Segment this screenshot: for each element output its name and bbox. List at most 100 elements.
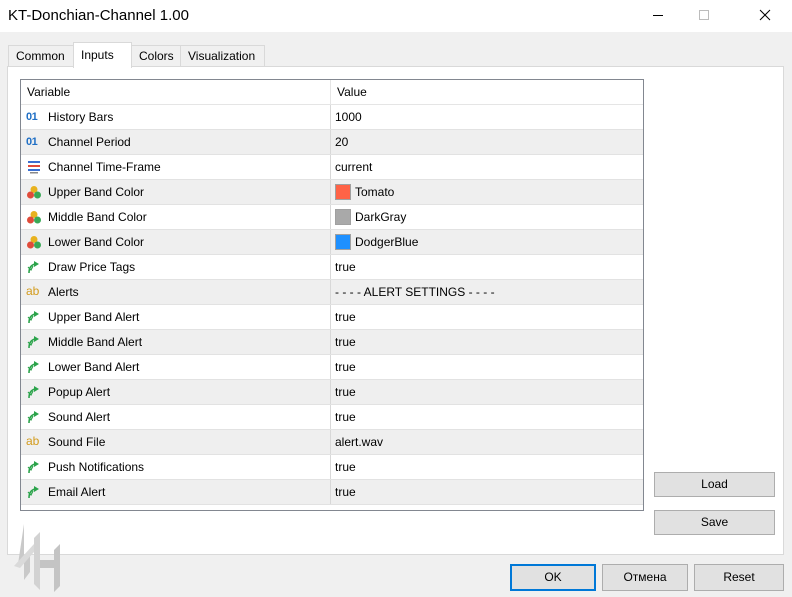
grid-row[interactable]: Lower Band Alert true: [21, 355, 643, 380]
variable-label: Popup Alert: [48, 385, 111, 399]
boolean-icon: [26, 410, 42, 424]
grid-row[interactable]: Sound Alert true: [21, 405, 643, 430]
value-text: true: [335, 360, 356, 374]
variable-label: Lower Band Color: [48, 235, 145, 249]
grid-row[interactable]: Upper Band Color Tomato: [21, 180, 643, 205]
reset-button[interactable]: Reset: [694, 564, 784, 591]
ok-button[interactable]: OK: [510, 564, 596, 591]
variable-cell: 01 History Bars: [21, 105, 331, 129]
variable-label: Email Alert: [48, 485, 106, 499]
minimize-icon: [653, 15, 663, 16]
cancel-button[interactable]: Отмена: [602, 564, 688, 591]
variable-label: Middle Band Color: [48, 210, 147, 224]
grid-row[interactable]: Email Alert true: [21, 480, 643, 505]
value-text: true: [335, 460, 356, 474]
grid-row[interactable]: Lower Band Color DodgerBlue: [21, 230, 643, 255]
value-cell[interactable]: - - - - ALERT SETTINGS - - - -: [331, 280, 643, 304]
close-button[interactable]: [742, 0, 788, 31]
variable-cell: ab Sound File: [21, 430, 331, 454]
value-text: true: [335, 485, 356, 499]
value-text: true: [335, 410, 356, 424]
grid-row[interactable]: Popup Alert true: [21, 380, 643, 405]
watermark-logo-icon: [14, 524, 60, 592]
integer-icon: 01: [26, 136, 38, 148]
value-cell[interactable]: 20: [331, 130, 643, 154]
grid-row[interactable]: Push Notifications true: [21, 455, 643, 480]
variable-label: Sound File: [48, 435, 106, 449]
variable-cell: Popup Alert: [21, 380, 331, 404]
value-cell[interactable]: true: [331, 255, 643, 279]
color-swatch: [335, 184, 351, 200]
variable-label: Upper Band Color: [48, 185, 145, 199]
inputs-panel: Variable Value 01 History Bars 1000 01 Chann…: [7, 66, 784, 555]
value-text: DodgerBlue: [355, 235, 419, 249]
grid-header: Variable Value: [21, 80, 643, 105]
variable-label: History Bars: [48, 110, 114, 124]
variable-label: Draw Price Tags: [48, 260, 136, 274]
minimize-button[interactable]: [634, 0, 680, 31]
inputs-grid: Variable Value 01 History Bars 1000 01 Chann…: [20, 79, 644, 511]
grid-row[interactable]: Channel Time-Frame current: [21, 155, 643, 180]
value-cell[interactable]: true: [331, 330, 643, 354]
maximize-button: [680, 0, 726, 31]
grid-row[interactable]: Draw Price Tags true: [21, 255, 643, 280]
boolean-icon: [26, 310, 42, 324]
value-cell[interactable]: true: [331, 480, 643, 504]
value-cell[interactable]: current: [331, 155, 643, 179]
value-cell[interactable]: 1000: [331, 105, 643, 129]
value-text: true: [335, 260, 356, 274]
tab-common[interactable]: Common: [8, 45, 74, 67]
value-cell[interactable]: Tomato: [331, 180, 643, 204]
variable-cell: Push Notifications: [21, 455, 331, 479]
value-text: true: [335, 335, 356, 349]
value-cell[interactable]: alert.wav: [331, 430, 643, 454]
window-title: KT-Donchian-Channel 1.00: [8, 7, 189, 24]
boolean-icon: [26, 485, 42, 499]
color-swatch: [335, 209, 351, 225]
variable-label: Channel Time-Frame: [48, 160, 161, 174]
column-header-value[interactable]: Value: [331, 80, 643, 105]
value-cell[interactable]: DarkGray: [331, 205, 643, 229]
variable-cell: Sound Alert: [21, 405, 331, 429]
value-cell[interactable]: true: [331, 455, 643, 479]
variable-cell: Lower Band Alert: [21, 355, 331, 379]
value-text: alert.wav: [335, 435, 384, 449]
boolean-icon: [26, 360, 42, 374]
grid-row[interactable]: Upper Band Alert true: [21, 305, 643, 330]
grid-row[interactable]: ab Alerts - - - - ALERT SETTINGS - - - -: [21, 280, 643, 305]
grid-row[interactable]: Middle Band Color DarkGray: [21, 205, 643, 230]
tab-colors[interactable]: Colors: [131, 45, 181, 67]
variable-label: Upper Band Alert: [48, 310, 140, 324]
variable-cell: Draw Price Tags: [21, 255, 331, 279]
column-header-variable[interactable]: Variable: [21, 80, 331, 105]
grid-row[interactable]: ab Sound File alert.wav: [21, 430, 643, 455]
tab-inputs[interactable]: Inputs: [73, 42, 132, 68]
value-cell[interactable]: DodgerBlue: [331, 230, 643, 254]
value-cell[interactable]: true: [331, 305, 643, 329]
string-icon: ab: [26, 434, 40, 448]
title-bar: KT-Donchian-Channel 1.00: [0, 0, 792, 33]
variable-cell: Email Alert: [21, 480, 331, 504]
variable-cell: Lower Band Color: [21, 230, 331, 254]
variable-cell: Middle Band Alert: [21, 330, 331, 354]
variable-label: Sound Alert: [48, 410, 111, 424]
color-icon: [26, 185, 42, 199]
load-button[interactable]: Load: [654, 472, 775, 497]
variable-label: Push Notifications: [48, 460, 145, 474]
variable-label: Middle Band Alert: [48, 335, 143, 349]
value-text: 1000: [335, 110, 362, 124]
variable-cell: Channel Time-Frame: [21, 155, 331, 179]
value-text: true: [335, 385, 356, 399]
value-text: 20: [335, 135, 349, 149]
grid-row[interactable]: 01 Channel Period 20: [21, 130, 643, 155]
value-cell[interactable]: true: [331, 355, 643, 379]
grid-row[interactable]: 01 History Bars 1000: [21, 105, 643, 130]
grid-row[interactable]: Middle Band Alert true: [21, 330, 643, 355]
value-text: current: [335, 160, 373, 174]
value-cell[interactable]: true: [331, 380, 643, 404]
boolean-icon: [26, 385, 42, 399]
value-cell[interactable]: true: [331, 405, 643, 429]
tab-visualization[interactable]: Visualization: [180, 45, 265, 67]
save-button[interactable]: Save: [654, 510, 775, 535]
boolean-icon: [26, 335, 42, 349]
